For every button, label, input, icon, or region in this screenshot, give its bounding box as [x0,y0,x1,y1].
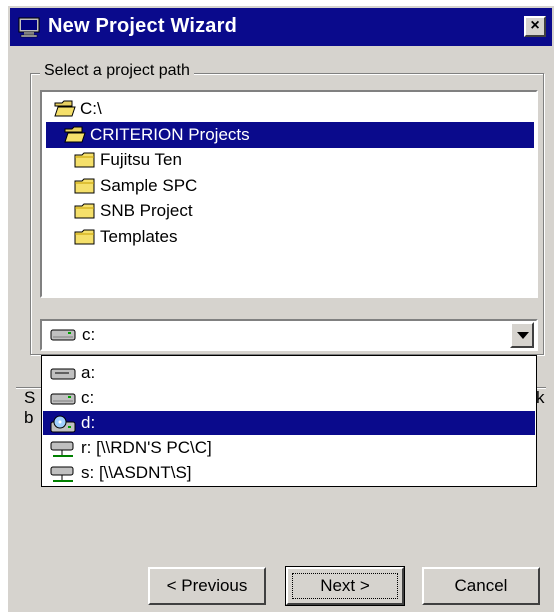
drive-option[interactable]: d: [43,411,535,435]
group-label: Select a project path [40,62,194,80]
network-drive-icon [49,464,77,484]
drive-option[interactable]: s: [\\ASDNT\S] [43,461,535,485]
tree-item[interactable]: Templates [42,224,532,250]
focus-rect [292,573,398,599]
previous-button[interactable]: < Previous [148,567,266,605]
drive-option-label: a: [81,363,96,382]
folder-icon [74,228,96,246]
tree-item-label: Fujitsu Ten [100,150,182,169]
cd-drive-icon [49,414,77,434]
previous-button-label: < Previous [166,576,248,595]
hard-drive-icon [50,329,76,341]
tree-item-label: SNB Project [100,201,193,220]
chevron-down-icon [517,332,529,339]
open-folder-icon [54,100,76,118]
drive-combo-value: c: [82,325,96,344]
close-icon: × [530,17,540,34]
obscured-text-fragment: k [536,388,545,407]
drive-option[interactable]: r: [\\RDN'S PC\C] [43,436,535,460]
tree-item-label: CRITERION Projects [90,124,250,144]
tree-item[interactable]: C:\ [42,96,532,122]
folder-icon [74,151,96,169]
hard-drive-icon [49,389,77,409]
obscured-text-fragment: b [24,408,34,427]
tree-item[interactable]: Sample SPC [42,173,532,199]
drive-option[interactable]: c: [43,386,535,410]
network-drive-icon [49,439,77,459]
drive-option-label: s: [\\ASDNT\S] [81,463,192,482]
obscured-text-fragment: S [24,388,36,407]
floppy-drive-icon [49,364,77,384]
tree-item[interactable]: CRITERION Projects [46,121,534,148]
next-button[interactable]: Next > [285,566,405,606]
drive-option[interactable]: a: [43,361,535,385]
drive-option-label: r: [\\RDN'S PC\C] [81,438,212,457]
tree-item-label: Templates [100,226,178,246]
app-icon [18,17,40,38]
tree-item-label: C:\ [80,99,102,118]
folder-icon [74,202,96,220]
drive-option-label: c: [81,388,95,407]
drive-combo[interactable]: c: [40,319,538,351]
tree-item[interactable]: Fujitsu Ten [42,147,532,173]
drive-option-label: d: [81,413,96,432]
wizard-window: New Project Wizard × Select a project pa… [8,6,554,612]
dropdown-button[interactable] [510,322,534,348]
title-bar[interactable]: New Project Wizard × [10,8,552,46]
close-button[interactable]: × [524,16,546,37]
tree-item[interactable]: SNB Project [42,198,532,224]
drive-dropdown-list[interactable]: a: c: d: r: [\\RDN'S PC\C] s: [\\ASDNT\S] [41,355,537,487]
folder-icon [74,177,96,195]
window-title: New Project Wizard [48,15,238,37]
folder-tree[interactable]: C:\ CRITERION Projects Fujitsu Ten Sample S… [40,90,538,298]
cancel-button-label: Cancel [454,576,508,595]
tree-item-label: Sample SPC [100,175,198,195]
cancel-button[interactable]: Cancel [422,567,540,605]
open-folder-icon [64,126,86,144]
